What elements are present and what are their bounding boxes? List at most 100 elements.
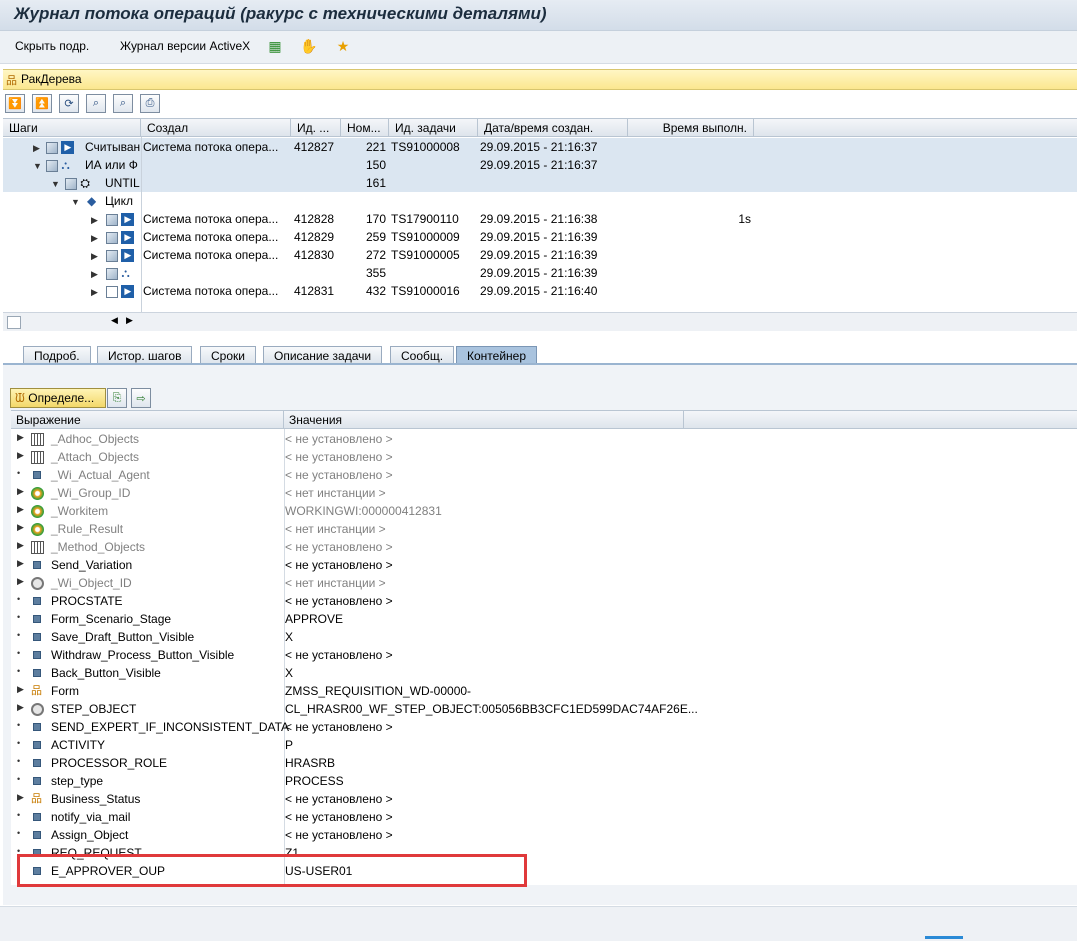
- col-header-created[interactable]: Дата/время создан.: [478, 119, 628, 137]
- tab-messages[interactable]: Сообщ.: [390, 346, 455, 364]
- expand-icon[interactable]: ▶: [17, 792, 24, 803]
- num: 221: [365, 140, 386, 154]
- expand-icon[interactable]: ▶: [17, 450, 24, 461]
- horizontal-scrollbar[interactable]: ◀ ▶: [3, 312, 1077, 331]
- container-row[interactable]: • Assign_Object < не установлено >: [11, 826, 1077, 844]
- bullet-icon: •: [17, 468, 21, 478]
- bullet-icon: •: [17, 774, 21, 784]
- expression-name: _Wi_Object_ID: [51, 576, 132, 590]
- print-icon[interactable]: ⎙: [140, 94, 160, 113]
- expand-icon[interactable]: ▶: [17, 504, 24, 515]
- status-bar: [0, 906, 1077, 941]
- activex-log-button[interactable]: Журнал версии ActiveX: [120, 39, 250, 53]
- element-icon: [31, 649, 44, 662]
- container-row[interactable]: ▶ 品 Form ZMSS_REQUISITION_WD-00000-: [11, 682, 1077, 700]
- scroll-box-icon[interactable]: [7, 316, 21, 329]
- collapse-all-icon[interactable]: ⏫: [32, 94, 52, 113]
- container-row[interactable]: ▶ _Workitem WORKINGWI:000000412831: [11, 502, 1077, 520]
- col-header-id[interactable]: Ид. ...: [291, 119, 341, 137]
- col-header-creator[interactable]: Создал: [141, 119, 291, 137]
- container-row[interactable]: ▶ _Wi_Group_ID < нет инстанции >: [11, 484, 1077, 502]
- expression-name: Save_Draft_Button_Visible: [51, 630, 195, 644]
- table-row[interactable]: ▼ ⛬ ИА или Ф 150 29.09.2015 - 21:16:37: [3, 156, 1077, 174]
- table-row[interactable]: ▶ ▶ Система потока опера... 412830 272 T…: [3, 246, 1077, 264]
- container-row[interactable]: • Save_Draft_Button_Visible X: [11, 628, 1077, 646]
- num: 170: [365, 212, 386, 226]
- container-row[interactable]: ▶ 品 Business_Status < не установлено >: [11, 790, 1077, 808]
- tab-deadlines[interactable]: Сроки: [200, 346, 256, 364]
- tree-header-bar: 品 РакДерева: [3, 69, 1077, 90]
- table-row[interactable]: ▶ ▶ Система потока опера... 412829 259 T…: [3, 228, 1077, 246]
- container-row[interactable]: ▶ STEP_OBJECT CL_HRASR00_WF_STEP_OBJECT:00…: [11, 700, 1077, 718]
- col-header-steps[interactable]: Шаги: [3, 119, 141, 137]
- col-header-filler: [684, 411, 1077, 429]
- expand-icon[interactable]: ▶: [17, 702, 24, 713]
- import-icon[interactable]: ⇨: [131, 388, 151, 408]
- scroll-right-icon[interactable]: ▶: [126, 315, 133, 326]
- container-row[interactable]: • notify_via_mail < не установлено >: [11, 808, 1077, 826]
- container-row[interactable]: ▶ _Attach_Objects < не установлено >: [11, 448, 1077, 466]
- expand-icon[interactable]: ▶: [17, 522, 24, 533]
- col-header-values[interactable]: Значения: [284, 411, 684, 429]
- structure-icon: 品: [31, 793, 42, 805]
- task-id: TS91000009: [391, 230, 460, 244]
- table-row[interactable]: ▶ ▶ Система потока опера... 412828 170 T…: [3, 210, 1077, 228]
- favorite-star-icon[interactable]: ★: [334, 37, 352, 55]
- find-next-icon[interactable]: ⌕: [113, 94, 133, 113]
- expression-value: < нет инстанции >: [285, 522, 386, 536]
- created: 29.09.2015 - 21:16:39: [480, 248, 598, 262]
- hide-details-button[interactable]: Скрыть подр.: [15, 39, 89, 53]
- container-row[interactable]: • Form_Scenario_Stage APPROVE: [11, 610, 1077, 628]
- scroll-left-icon[interactable]: ◀: [111, 315, 118, 326]
- tab-container[interactable]: Контейнер: [456, 346, 538, 364]
- table-row[interactable]: ▼ ⛭ UNTIL 161: [3, 174, 1077, 192]
- tab-step-history[interactable]: Истор. шагов: [97, 346, 193, 364]
- container-row[interactable]: • PROCESSOR_ROLE HRASRB: [11, 754, 1077, 772]
- table-row[interactable]: ▶ ▶ Система потока опера... 412831 432 T…: [3, 282, 1077, 300]
- creator: Система потока опера...: [143, 140, 279, 154]
- tab-task-description[interactable]: Описание задачи: [263, 346, 383, 364]
- col-header-expression[interactable]: Выражение: [11, 411, 284, 429]
- expand-icon[interactable]: ▶: [17, 540, 24, 551]
- table-row[interactable]: ▶ ⛬ 355 29.09.2015 - 21:16:39: [3, 264, 1077, 282]
- container-row[interactable]: ▶ _Method_Objects < не установлено >: [11, 538, 1077, 556]
- table-row[interactable]: ▼ ◆ Цикл: [3, 192, 1077, 210]
- container-row[interactable]: ▶ Send_Variation < не установлено >: [11, 556, 1077, 574]
- expand-icon[interactable]: ▶: [17, 432, 24, 443]
- tab-details[interactable]: Подроб.: [23, 346, 91, 364]
- bullet-icon: •: [17, 756, 21, 766]
- container-row[interactable]: ▶ _Adhoc_Objects < не установлено >: [11, 430, 1077, 448]
- expand-icon[interactable]: ▶: [17, 558, 24, 569]
- define-button[interactable]: ᙡ Определе...: [10, 388, 106, 408]
- container-row[interactable]: ▶ _Rule_Result < нет инстанции >: [11, 520, 1077, 538]
- col-header-duration[interactable]: Время выполн.: [628, 119, 754, 137]
- container-row[interactable]: • Back_Button_Visible X: [11, 664, 1077, 682]
- find-icon[interactable]: ⌕: [86, 94, 106, 113]
- export-icon[interactable]: ⎘: [107, 388, 127, 408]
- container-row[interactable]: ▶ _Wi_Object_ID < нет инстанции >: [11, 574, 1077, 592]
- refresh-icon[interactable]: ⟳: [59, 94, 79, 113]
- expand-all-icon[interactable]: ⏬: [5, 94, 25, 113]
- expression-value: < не установлено >: [285, 540, 393, 554]
- col-header-num[interactable]: Ном...: [341, 119, 389, 137]
- expand-icon[interactable]: ▶: [17, 486, 24, 497]
- expression-name: SEND_EXPERT_IF_INCONSISTENT_DATA: [51, 720, 290, 734]
- col-header-task-id[interactable]: Ид. задачи: [389, 119, 478, 137]
- expression-value: < не установлено >: [285, 468, 393, 482]
- expression-name: Business_Status: [51, 792, 141, 806]
- expression-name: _Adhoc_Objects: [51, 432, 140, 446]
- container-row[interactable]: • SEND_EXPERT_IF_INCONSISTENT_DATA < не ус…: [11, 718, 1077, 736]
- creator: Система потока опера...: [143, 248, 279, 262]
- hand-icon[interactable]: ✋: [300, 37, 318, 55]
- expand-icon[interactable]: ▶: [17, 684, 24, 695]
- container-row[interactable]: • PROCSTATE < не установлено >: [11, 592, 1077, 610]
- expand-icon[interactable]: ▶: [17, 576, 24, 587]
- container-row[interactable]: • Withdraw_Process_Button_Visible < не уст…: [11, 646, 1077, 664]
- container-row[interactable]: • step_type PROCESS: [11, 772, 1077, 790]
- define-label: Определе...: [28, 391, 95, 405]
- container-row[interactable]: • _Wi_Actual_Agent < не установлено >: [11, 466, 1077, 484]
- num: 150: [365, 158, 386, 172]
- table-row[interactable]: ▶ ▶ Считыван Система потока опера... 412…: [3, 138, 1077, 156]
- structure-icon[interactable]: ▦: [266, 37, 284, 55]
- container-row[interactable]: • ACTIVITY P: [11, 736, 1077, 754]
